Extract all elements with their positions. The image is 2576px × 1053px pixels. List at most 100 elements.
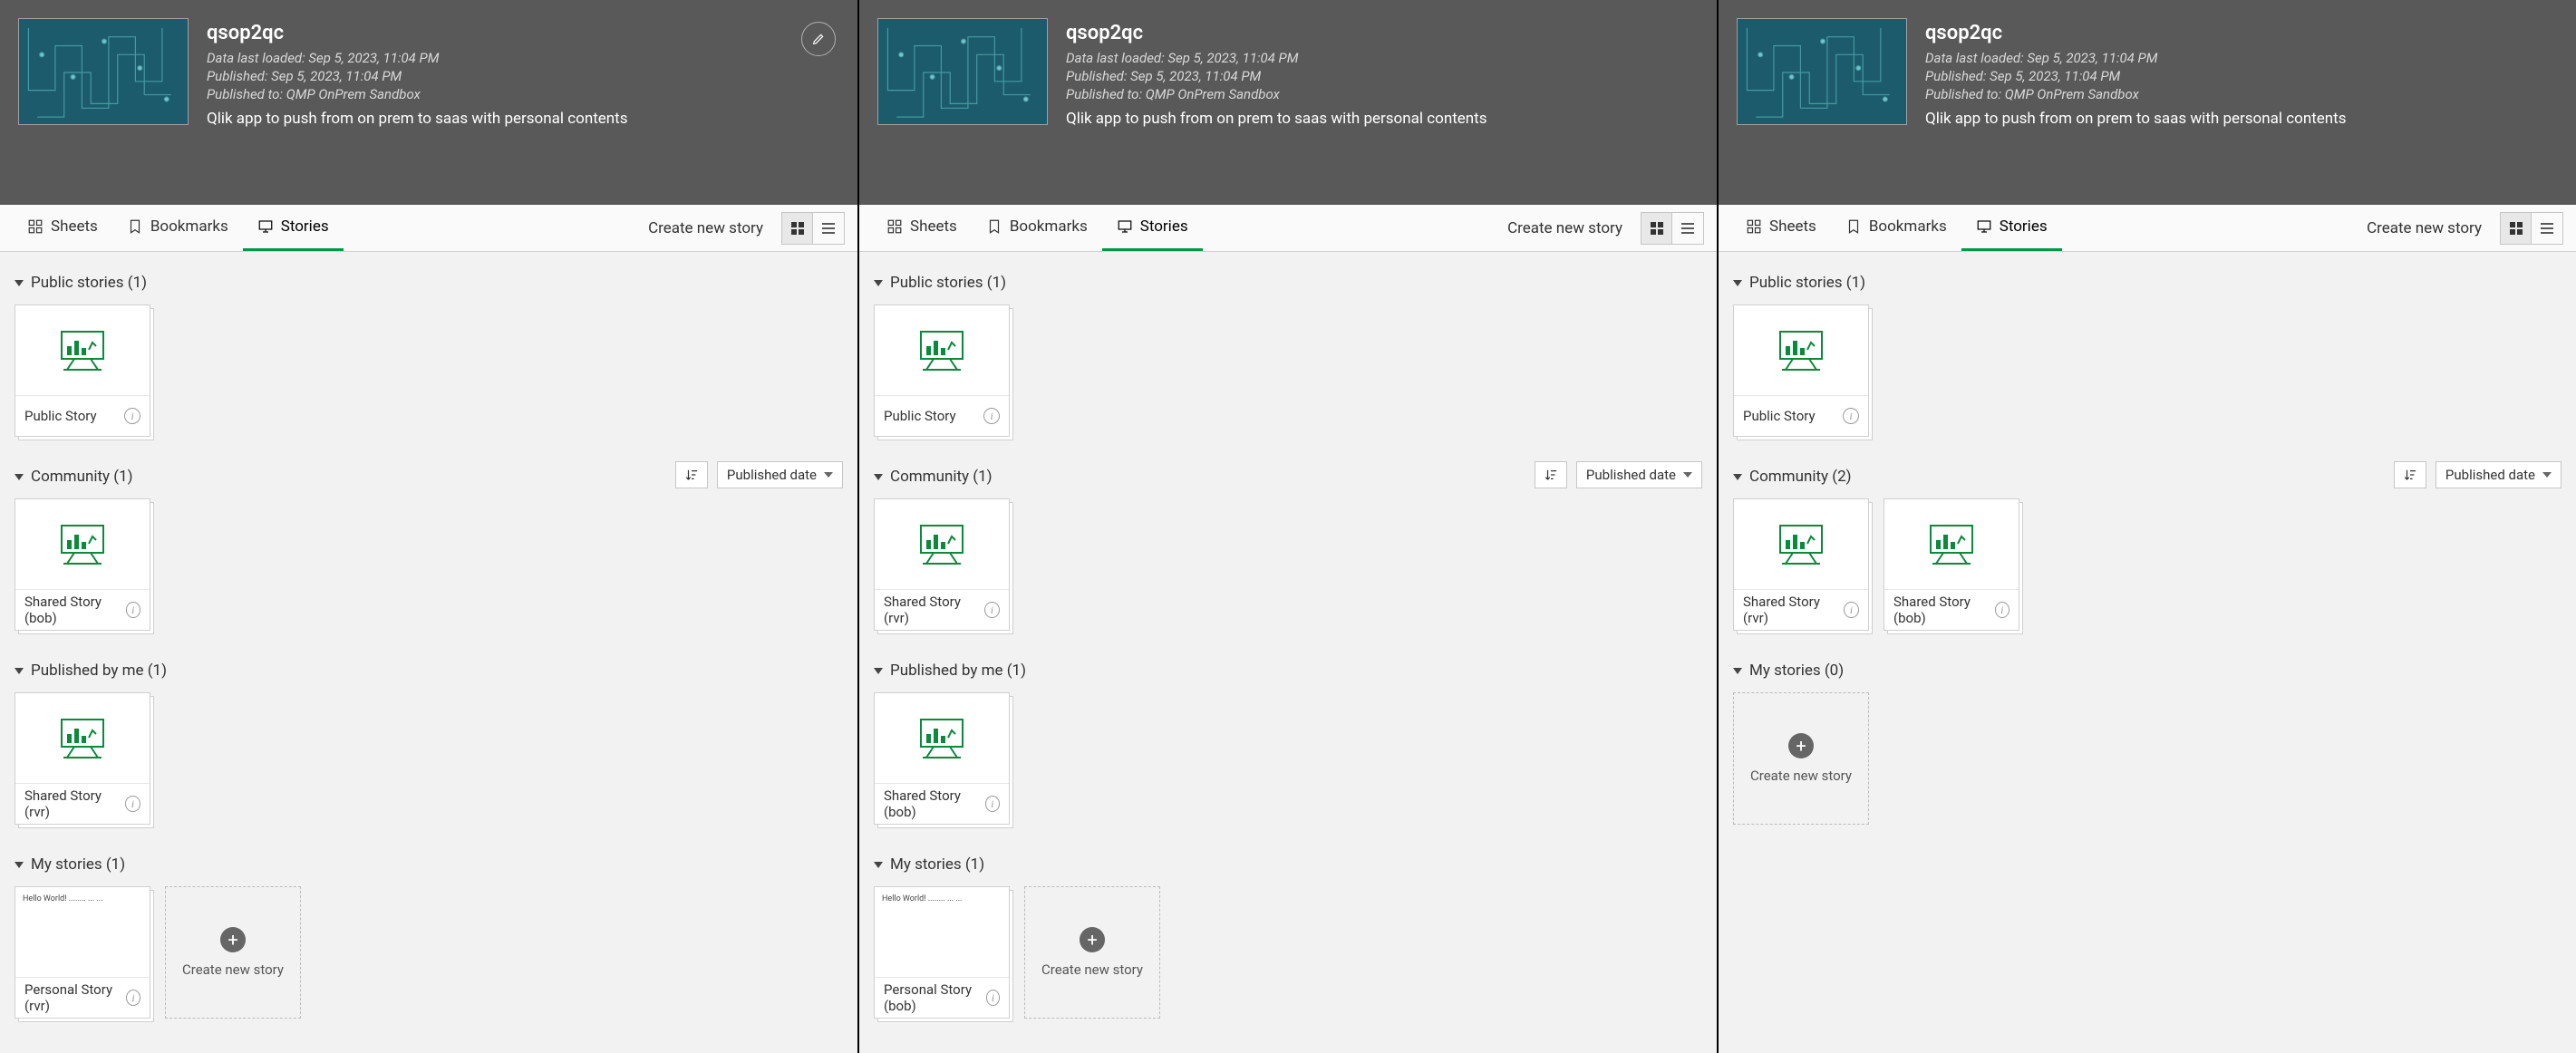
card-footer: Shared Story (rvr)i xyxy=(1734,590,1868,630)
app-meta-loaded: Data last loaded: Sep 5, 2023, 11:04 PM xyxy=(1925,50,2558,66)
tab-sheets[interactable]: Sheets xyxy=(1731,205,1831,251)
collapse-icon xyxy=(874,474,883,480)
create-story-card[interactable]: +Create new story xyxy=(1733,692,1869,825)
info-icon[interactable]: i xyxy=(985,796,1000,812)
app-title: qsop2qc xyxy=(1066,22,1699,44)
sort-field-dropdown[interactable]: Published date xyxy=(717,461,843,488)
create-story-card[interactable]: +Create new story xyxy=(165,886,301,1019)
section-header[interactable]: Community (1) xyxy=(15,455,133,495)
sort-order-button[interactable] xyxy=(2394,461,2426,488)
info-icon[interactable]: i xyxy=(986,990,1000,1006)
info-icon[interactable]: i xyxy=(126,990,140,1006)
story-card[interactable]: Public Storyi xyxy=(874,304,1010,437)
tab-stories[interactable]: Stories xyxy=(243,205,344,251)
story-card[interactable]: Public Storyi xyxy=(15,304,150,437)
grid-view-button[interactable] xyxy=(2501,213,2532,244)
section-title: My stories (1) xyxy=(890,855,984,874)
sort-field-dropdown[interactable]: Published date xyxy=(2436,461,2561,488)
create-story-card[interactable]: +Create new story xyxy=(1024,886,1160,1019)
story-card[interactable]: Public Story i xyxy=(1733,304,1869,437)
list-view-button[interactable] xyxy=(813,213,844,244)
section-title: My stories (0) xyxy=(1749,662,1844,680)
card-label: Shared Story (rvr) xyxy=(884,594,984,626)
card-label: Shared Story (rvr) xyxy=(24,787,125,820)
create-story-button[interactable]: Create new story xyxy=(1500,219,1630,237)
story-card[interactable]: Shared Story (bob)i xyxy=(15,498,150,631)
tab-stories[interactable]: Stories xyxy=(1102,205,1203,251)
card-label: Public Story xyxy=(1743,408,1816,424)
list-view-button[interactable] xyxy=(1672,213,1703,244)
info-icon[interactable]: i xyxy=(1843,408,1859,424)
tab-sheets-label: Sheets xyxy=(51,217,98,236)
edit-button[interactable] xyxy=(801,22,836,56)
card-thumbnail xyxy=(875,499,1009,590)
story-card[interactable]: Hello World! ........ ... ...Personal St… xyxy=(874,886,1010,1019)
section-title: Community (2) xyxy=(1749,468,1852,486)
card-grid: Shared Story (rvr)i xyxy=(874,495,1702,649)
section-title: Published by me (1) xyxy=(31,662,167,680)
tab-bookmarks[interactable]: Bookmarks xyxy=(1831,205,1961,251)
section-title: Published by me (1) xyxy=(890,662,1026,680)
app-thumbnail[interactable] xyxy=(877,18,1048,125)
app-meta-publishedto: Published to: QMP OnPrem Sandbox xyxy=(1925,86,2558,102)
story-card[interactable]: Shared Story (rvr)i xyxy=(15,692,150,825)
create-story-label: Create new story xyxy=(1750,768,1852,784)
info-icon[interactable]: i xyxy=(983,408,1000,424)
tab-bookmarks[interactable]: Bookmarks xyxy=(112,205,243,251)
tab-sheets-label: Sheets xyxy=(910,217,957,236)
collapse-icon xyxy=(874,280,883,286)
section-header[interactable]: My stories (1) xyxy=(874,843,984,883)
section-header[interactable]: Community (2) xyxy=(1733,455,1852,495)
card-thumbnail xyxy=(15,693,150,784)
info-icon[interactable]: i xyxy=(1844,602,1859,618)
grid-view-button[interactable] xyxy=(1641,213,1672,244)
section-header[interactable]: My stories (0) xyxy=(1733,649,1844,689)
app-meta-loaded: Data last loaded: Sep 5, 2023, 11:04 PM xyxy=(1066,50,1699,66)
section-header[interactable]: Community (1) xyxy=(874,455,993,495)
card-thumbnail xyxy=(1734,305,1868,396)
card-footer: Shared Story (bob)i xyxy=(875,784,1009,824)
story-card[interactable]: Hello World! ........ ... ...Personal St… xyxy=(15,886,150,1019)
tab-stories[interactable]: Stories xyxy=(1961,205,2062,251)
tabs: Sheets Bookmarks Stories xyxy=(872,205,1203,251)
story-card[interactable]: Shared Story (bob)i xyxy=(874,692,1010,825)
section-header[interactable]: My stories (1) xyxy=(15,843,125,883)
sort-order-button[interactable] xyxy=(675,461,708,488)
chevron-down-icon xyxy=(1683,472,1692,478)
app-thumbnail[interactable] xyxy=(18,18,189,125)
create-story-button[interactable]: Create new story xyxy=(2359,219,2489,237)
create-story-button[interactable]: Create new story xyxy=(641,219,770,237)
section-header[interactable]: Published by me (1) xyxy=(15,649,167,689)
tabs: Sheets Bookmarks Stories xyxy=(1731,205,2062,251)
content-area: Public stories (1) Public Storyi Communit… xyxy=(0,252,857,1053)
list-view-button[interactable] xyxy=(2532,213,2562,244)
sort-field-dropdown[interactable]: Published date xyxy=(1576,461,1702,488)
section-title: Public stories (1) xyxy=(1749,274,1865,292)
info-icon[interactable]: i xyxy=(124,408,140,424)
section-header[interactable]: Public stories (1) xyxy=(15,261,147,301)
sort-order-button[interactable] xyxy=(1535,461,1567,488)
card-grid: Hello World! ........ ... ...Personal St… xyxy=(15,883,843,1037)
card-grid: Shared Story (bob)i xyxy=(15,495,843,649)
app-title: qsop2qc xyxy=(207,22,839,44)
story-card[interactable]: Shared Story (rvr)i xyxy=(1733,498,1869,631)
section-header[interactable]: Published by me (1) xyxy=(874,649,1026,689)
story-card[interactable]: Shared Story (rvr)i xyxy=(874,498,1010,631)
tab-bookmarks[interactable]: Bookmarks xyxy=(972,205,1102,251)
grid-view-button[interactable] xyxy=(782,213,813,244)
info-icon[interactable]: i xyxy=(984,602,1000,618)
collapse-icon xyxy=(15,474,24,480)
info-icon[interactable]: i xyxy=(125,796,140,812)
card-footer: Public Storyi xyxy=(875,396,1009,436)
section-header[interactable]: Public stories (1) xyxy=(874,261,1006,301)
tab-sheets[interactable]: Sheets xyxy=(872,205,972,251)
toolbar-right: Create new story xyxy=(2359,205,2563,251)
section-header[interactable]: Public stories (1) xyxy=(1733,261,1865,301)
app-thumbnail[interactable] xyxy=(1737,18,1907,125)
info-icon[interactable]: i xyxy=(1995,602,2009,618)
story-card[interactable]: Shared Story (bob)i xyxy=(1884,498,2019,631)
card-thumbnail: Hello World! ........ ... ... xyxy=(875,887,1009,978)
info-icon[interactable]: i xyxy=(126,602,140,618)
tab-sheets[interactable]: Sheets xyxy=(13,205,112,251)
collapse-icon xyxy=(1733,668,1742,674)
